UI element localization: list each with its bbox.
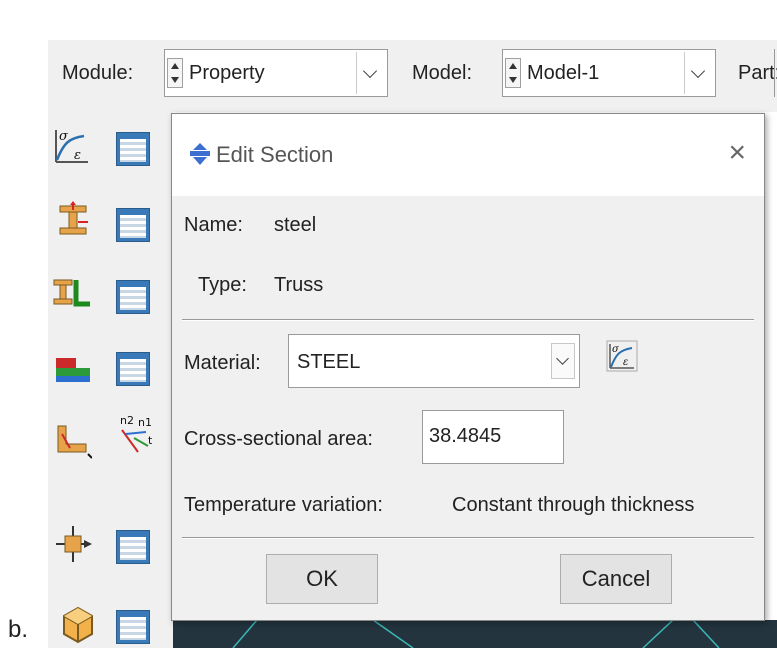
chevron-down-icon[interactable] [356,52,385,94]
svg-text:n2: n2 [120,414,134,427]
create-material-icon[interactable]: σ ε [606,340,638,372]
dialog-title: Edit Section [216,142,334,167]
close-icon[interactable]: × [728,138,746,168]
module-toolbox: σ ε n2 n1 t [48,112,173,648]
area-label: Cross-sectional area: [184,428,373,450]
edit-section-dialog: Edit Section × Name: steel Type: Truss M… [171,113,765,621]
svg-text:t: t [148,434,153,447]
context-toolbar: Module: Property Model: Model-1 Part: [48,40,777,112]
svg-text:ε: ε [623,357,628,368]
temperature-label: Temperature variation: [184,494,383,516]
cancel-button[interactable]: Cancel [560,554,672,604]
beam-profile-icon[interactable] [52,272,92,312]
temperature-value: Constant through thickness [452,494,695,516]
orientation-icon[interactable]: n2 n1 t [112,412,160,460]
offset-icon[interactable] [54,524,94,564]
name-label: Name: [184,214,243,236]
module-value: Property [189,62,265,84]
layup-manager-icon[interactable] [116,352,150,386]
figure-caption: b. [8,616,29,643]
module-combo[interactable]: Property [164,49,388,97]
material-select[interactable]: STEEL [288,334,580,388]
type-value: Truss [274,274,324,296]
svg-text:σ: σ [612,344,620,355]
material-manager-icon[interactable] [116,132,150,166]
chevron-down-icon[interactable] [684,52,713,94]
module-label: Module: [62,62,134,84]
model-spin-icon[interactable] [505,58,521,88]
name-value: steel [274,214,317,236]
module-spin-icon[interactable] [167,58,183,88]
stress-strain-icon[interactable]: σ ε [52,126,92,166]
material-value: STEEL [297,351,361,373]
viewport-mesh [232,620,720,648]
svg-text:ε: ε [74,148,81,163]
material-label: Material: [184,352,261,374]
type-label: Type: [198,274,247,296]
composite-layup-icon[interactable] [54,346,94,386]
model-label: Model: [412,62,473,84]
assign-section-icon[interactable] [52,420,92,460]
svg-text:σ: σ [59,129,69,144]
divider [182,319,754,321]
divider [182,537,754,539]
section-icon[interactable] [54,200,94,240]
model-combo[interactable]: Model-1 [502,49,716,97]
viewport[interactable] [173,620,777,648]
section-manager-icon[interactable] [116,208,150,242]
model-value: Model-1 [527,62,600,84]
dialog-titlebar[interactable]: Edit Section × [172,114,764,196]
section-icon [190,143,210,165]
profile-manager-icon[interactable] [116,280,150,314]
part-icon[interactable] [58,604,98,644]
area-input[interactable]: 38.4845 [422,410,564,464]
ok-button[interactable]: OK [266,554,378,604]
svg-text:n1: n1 [138,416,152,429]
part-label: Part: [738,62,777,84]
offset-manager-icon[interactable] [116,530,150,564]
part-manager-icon[interactable] [116,610,150,644]
chevron-down-icon[interactable] [551,343,575,379]
